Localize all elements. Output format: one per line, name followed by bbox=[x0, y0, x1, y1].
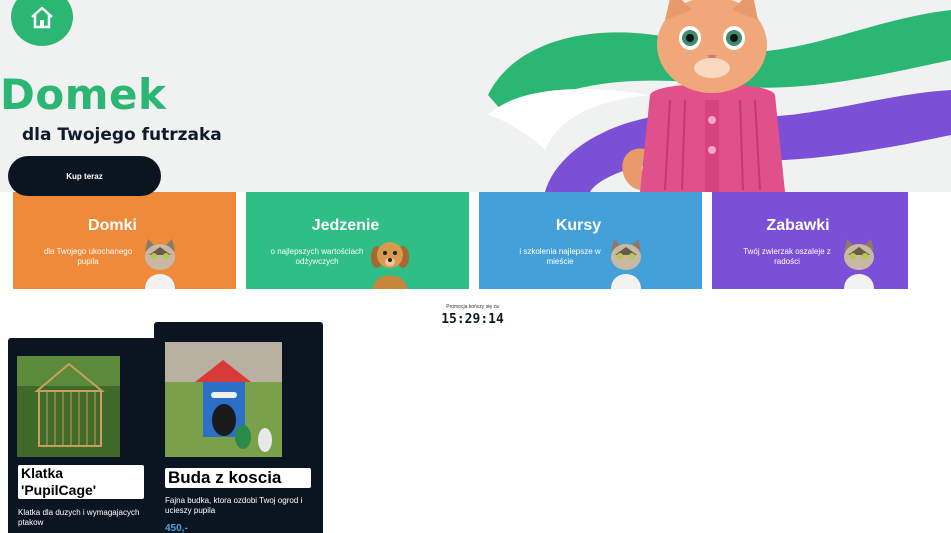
hero-subtitle: dla Twojego futrzaka bbox=[22, 125, 222, 145]
category-cards: Domki dla Twojego ukochanego pupila Jedz… bbox=[13, 192, 908, 289]
product-card-buda[interactable]: Buda z koscia Fajna budka, ktora ozdobi … bbox=[154, 322, 323, 533]
card-title: Domki bbox=[88, 217, 137, 234]
promo-countdown: Promocja kończy się za 15:29:14 bbox=[435, 304, 510, 327]
promo-label: Promocja kończy się za bbox=[446, 304, 499, 310]
card-description: i szkolenia najlepsze w mieście bbox=[519, 247, 601, 266]
cat-icon bbox=[844, 239, 874, 289]
category-card-domki[interactable]: Domki dla Twojego ukochanego pupila bbox=[13, 192, 236, 289]
dog-icon bbox=[371, 242, 409, 289]
card-title: Jedzenie bbox=[311, 217, 380, 234]
home-icon bbox=[31, 6, 53, 29]
promo-timer: 15:29:14 bbox=[441, 312, 504, 327]
cat-icon bbox=[611, 239, 641, 289]
category-card-jedzenie[interactable]: Jedzenie o najlepszych wartościach odżyw… bbox=[246, 192, 469, 289]
product-description: Fajna budka, ktora ozdobi Twoj ogrod i u… bbox=[165, 496, 303, 515]
category-card-zabawki[interactable]: Zabawki Twój zwierzak oszaleje z radości bbox=[712, 192, 908, 289]
page: Domek dla Twojego futrzaka Kup teraz Dom… bbox=[0, 0, 951, 533]
card-title: Kursy bbox=[555, 217, 602, 234]
cat-icon bbox=[145, 239, 175, 289]
card-description: dla Twojego ukochanego pupila bbox=[43, 247, 133, 266]
card-title: Zabawki bbox=[766, 217, 830, 234]
product-card-klatka[interactable]: Klatka 'PupilCage' Klatka dla duzych i w… bbox=[8, 338, 158, 533]
product-image-doghouse bbox=[165, 342, 282, 457]
hero-title: Domek bbox=[0, 70, 167, 119]
product-image-cage bbox=[17, 356, 120, 457]
card-description: o najlepszych wartościach odżywczych bbox=[270, 247, 364, 266]
cat-hero-image bbox=[622, 0, 785, 192]
product-description: Klatka dla duzych i wymagajacych ptakow bbox=[18, 508, 140, 527]
card-description: Twój zwierzak oszaleje z radości bbox=[743, 247, 831, 266]
product-price: 450,- bbox=[165, 523, 188, 533]
product-name: Buda z koscia bbox=[165, 468, 311, 488]
buy-now-button[interactable]: Kup teraz bbox=[8, 156, 161, 196]
product-name: Klatka 'PupilCage' bbox=[18, 465, 144, 499]
category-card-kursy[interactable]: Kursy i szkolenia najlepsze w mieście bbox=[479, 192, 702, 289]
